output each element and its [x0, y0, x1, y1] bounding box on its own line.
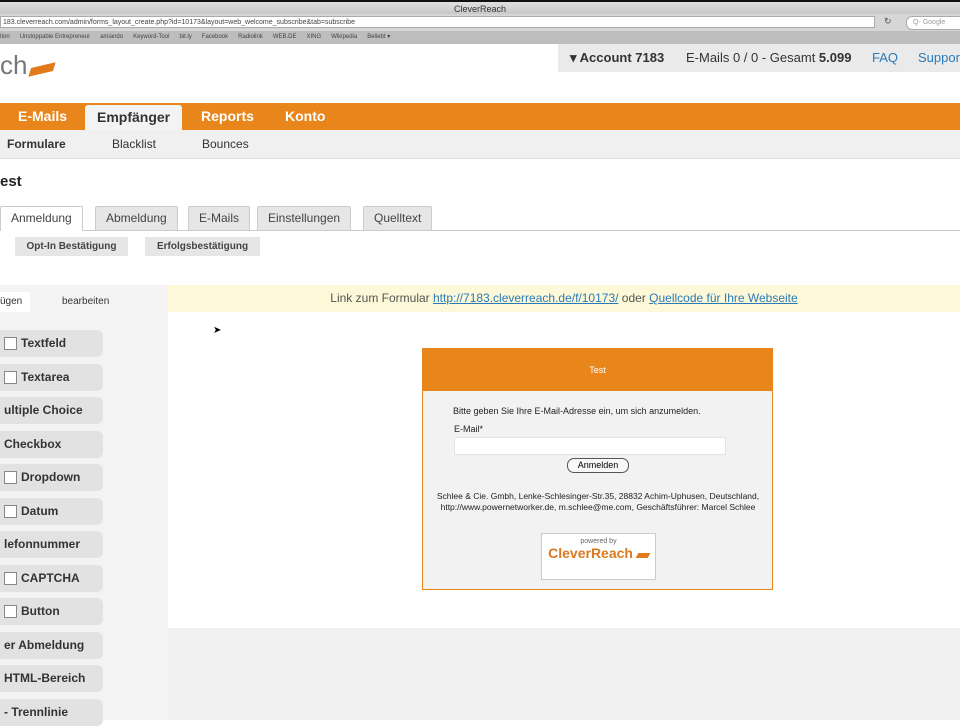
element-type-icon: [4, 605, 17, 619]
bookmarks-bar: tion Unstoppable Entrepreneur amiando Keywo…: [0, 31, 960, 44]
main-nav: E-Mails Empfänger Reports Konto: [0, 103, 960, 132]
email-label: E-Mail*: [454, 424, 484, 434]
form-link-bar: Link zum Formular http://7183.cleverreac…: [168, 285, 960, 312]
nav-emails[interactable]: E-Mails: [18, 103, 67, 130]
bookmark[interactable]: Facebook: [202, 34, 228, 40]
element-item[interactable]: HTML-Bereich: [0, 665, 103, 692]
bookmark[interactable]: XING: [307, 34, 322, 40]
element-item[interactable]: CAPTCHA: [0, 564, 103, 592]
window-title: CleverReach: [0, 0, 960, 14]
logo-text: ch: [0, 50, 28, 80]
source-code-link[interactable]: Quellcode für Ihre Webseite: [649, 291, 798, 305]
nav-konto[interactable]: Konto: [285, 103, 325, 130]
company-address: Schlee & Cie. Gmbh, Lenke-Schlesinger-St…: [436, 491, 760, 512]
element-item[interactable]: - Trennlinie: [0, 698, 103, 726]
element-label: Checkbox: [4, 436, 62, 451]
subnav-blacklist[interactable]: Blacklist: [112, 130, 156, 158]
element-type-icon: [4, 337, 17, 351]
account-dropdown[interactable]: ▾ Account 7183: [570, 44, 664, 72]
optin-confirmation-button[interactable]: Opt-In Bestätigung: [15, 237, 128, 256]
success-confirmation-button[interactable]: Erfolgsbestätigung: [145, 237, 260, 256]
nav-reports[interactable]: Reports: [201, 103, 254, 130]
tab-add-element[interactable]: ügen: [0, 292, 30, 312]
element-type-icon: [4, 504, 17, 518]
element-label: lefonnummer: [4, 537, 81, 551]
email-count: E-Mails 0 / 0 - Gesamt 5.099: [686, 44, 851, 72]
bookmark[interactable]: Wikipedia: [331, 34, 357, 40]
powered-by-badge[interactable]: powered by CleverReach: [541, 533, 656, 580]
form-preview: Test Bitte geben Sie Ihre E-Mail-Adresse…: [422, 348, 773, 590]
element-label: Dropdown: [21, 470, 81, 484]
nav-empfaenger[interactable]: Empfänger: [85, 105, 183, 132]
link-prefix: Link zum Formular: [330, 291, 433, 305]
email-input[interactable]: [454, 437, 726, 455]
element-label: CAPTCHA: [21, 570, 80, 585]
search-field[interactable]: Q- Google: [906, 16, 960, 30]
tab-edit-element[interactable]: bearbeiten: [62, 292, 109, 312]
bookmark[interactable]: tion: [0, 34, 10, 40]
sub-nav: Formulare Blacklist Bounces: [0, 130, 960, 159]
preview-footer: [168, 628, 960, 720]
element-item[interactable]: Checkbox: [0, 430, 103, 458]
element-item[interactable]: er Abmeldung: [0, 631, 103, 659]
element-item[interactable]: Textfeld: [0, 330, 103, 357]
bookmark[interactable]: Keyword-Tool: [133, 34, 169, 40]
element-item[interactable]: ultiple Choice: [0, 397, 103, 424]
brand-text: CleverReach: [548, 545, 633, 561]
tab-einstellungen[interactable]: Einstellungen: [257, 206, 352, 230]
element-type-icon: [4, 571, 17, 585]
element-item[interactable]: Datum: [0, 497, 103, 525]
tab-anmeldung[interactable]: Anmeldung: [0, 206, 83, 231]
support-link[interactable]: Support: [918, 44, 960, 72]
element-item[interactable]: Dropdown: [0, 464, 103, 491]
cleverreach-logo: CleverReach: [542, 545, 655, 561]
email-total: 5.099: [818, 50, 852, 65]
logo-wing-icon: [635, 553, 651, 558]
subnav-bounces[interactable]: Bounces: [202, 130, 249, 158]
reload-icon[interactable]: ↻: [884, 16, 892, 27]
element-label: Button: [21, 604, 60, 618]
element-label: er Abmeldung: [4, 637, 85, 652]
bookmark[interactable]: WEB.DE: [273, 34, 297, 40]
bookmark[interactable]: amiando: [100, 34, 123, 40]
element-type-icon: [4, 370, 17, 384]
bookmark[interactable]: Beliebt ▾: [367, 34, 390, 40]
subscribe-button[interactable]: Anmelden: [567, 458, 629, 473]
subnav-formulare[interactable]: Formulare: [7, 130, 66, 158]
element-label: Textfeld: [21, 336, 67, 350]
element-item[interactable]: Textarea: [0, 363, 103, 391]
mouse-cursor-icon: ➤: [213, 325, 222, 336]
element-label: ultiple Choice: [4, 403, 83, 417]
page-title: est: [0, 173, 22, 190]
element-label: Textarea: [21, 369, 70, 384]
logo-wing-icon: [28, 62, 57, 77]
element-label: - Trennlinie: [4, 704, 69, 719]
element-item[interactable]: Button: [0, 598, 103, 625]
account-bar: ▾ Account 7183 E-Mails 0 / 0 - Gesamt 5.…: [558, 44, 960, 72]
form-tabs: Anmeldung Abmeldung E-Mails Einstellunge…: [0, 206, 960, 231]
element-label: Datum: [21, 503, 59, 518]
bookmark[interactable]: Radiolink: [238, 34, 263, 40]
faq-link[interactable]: FAQ: [872, 44, 898, 72]
tab-quelltext[interactable]: Quelltext: [363, 206, 433, 230]
email-count-label: E-Mails 0 / 0 - Gesamt: [686, 50, 819, 65]
logo[interactable]: ch: [0, 50, 57, 81]
tab-emails[interactable]: E-Mails: [188, 206, 251, 230]
element-label: HTML-Bereich: [4, 671, 86, 685]
bookmark[interactable]: Unstoppable Entrepreneur: [20, 34, 90, 40]
form-intro: Bitte geben Sie Ihre E-Mail-Adresse ein,…: [453, 406, 701, 416]
tab-abmeldung[interactable]: Abmeldung: [95, 206, 178, 230]
form-title: Test: [423, 349, 772, 391]
element-type-icon: [4, 471, 17, 485]
url-field[interactable]: 183.cleverreach.com/admin/forms_layout_c…: [0, 16, 875, 28]
element-item[interactable]: lefonnummer: [0, 531, 103, 558]
bookmark[interactable]: bit.ly: [179, 34, 191, 40]
powered-by-text: powered by: [580, 538, 617, 545]
link-middle: oder: [618, 291, 650, 305]
form-url-link[interactable]: http://7183.cleverreach.de/f/10173/: [433, 291, 618, 305]
browser-toolbar: 183.cleverreach.com/admin/forms_layout_c…: [0, 14, 960, 31]
